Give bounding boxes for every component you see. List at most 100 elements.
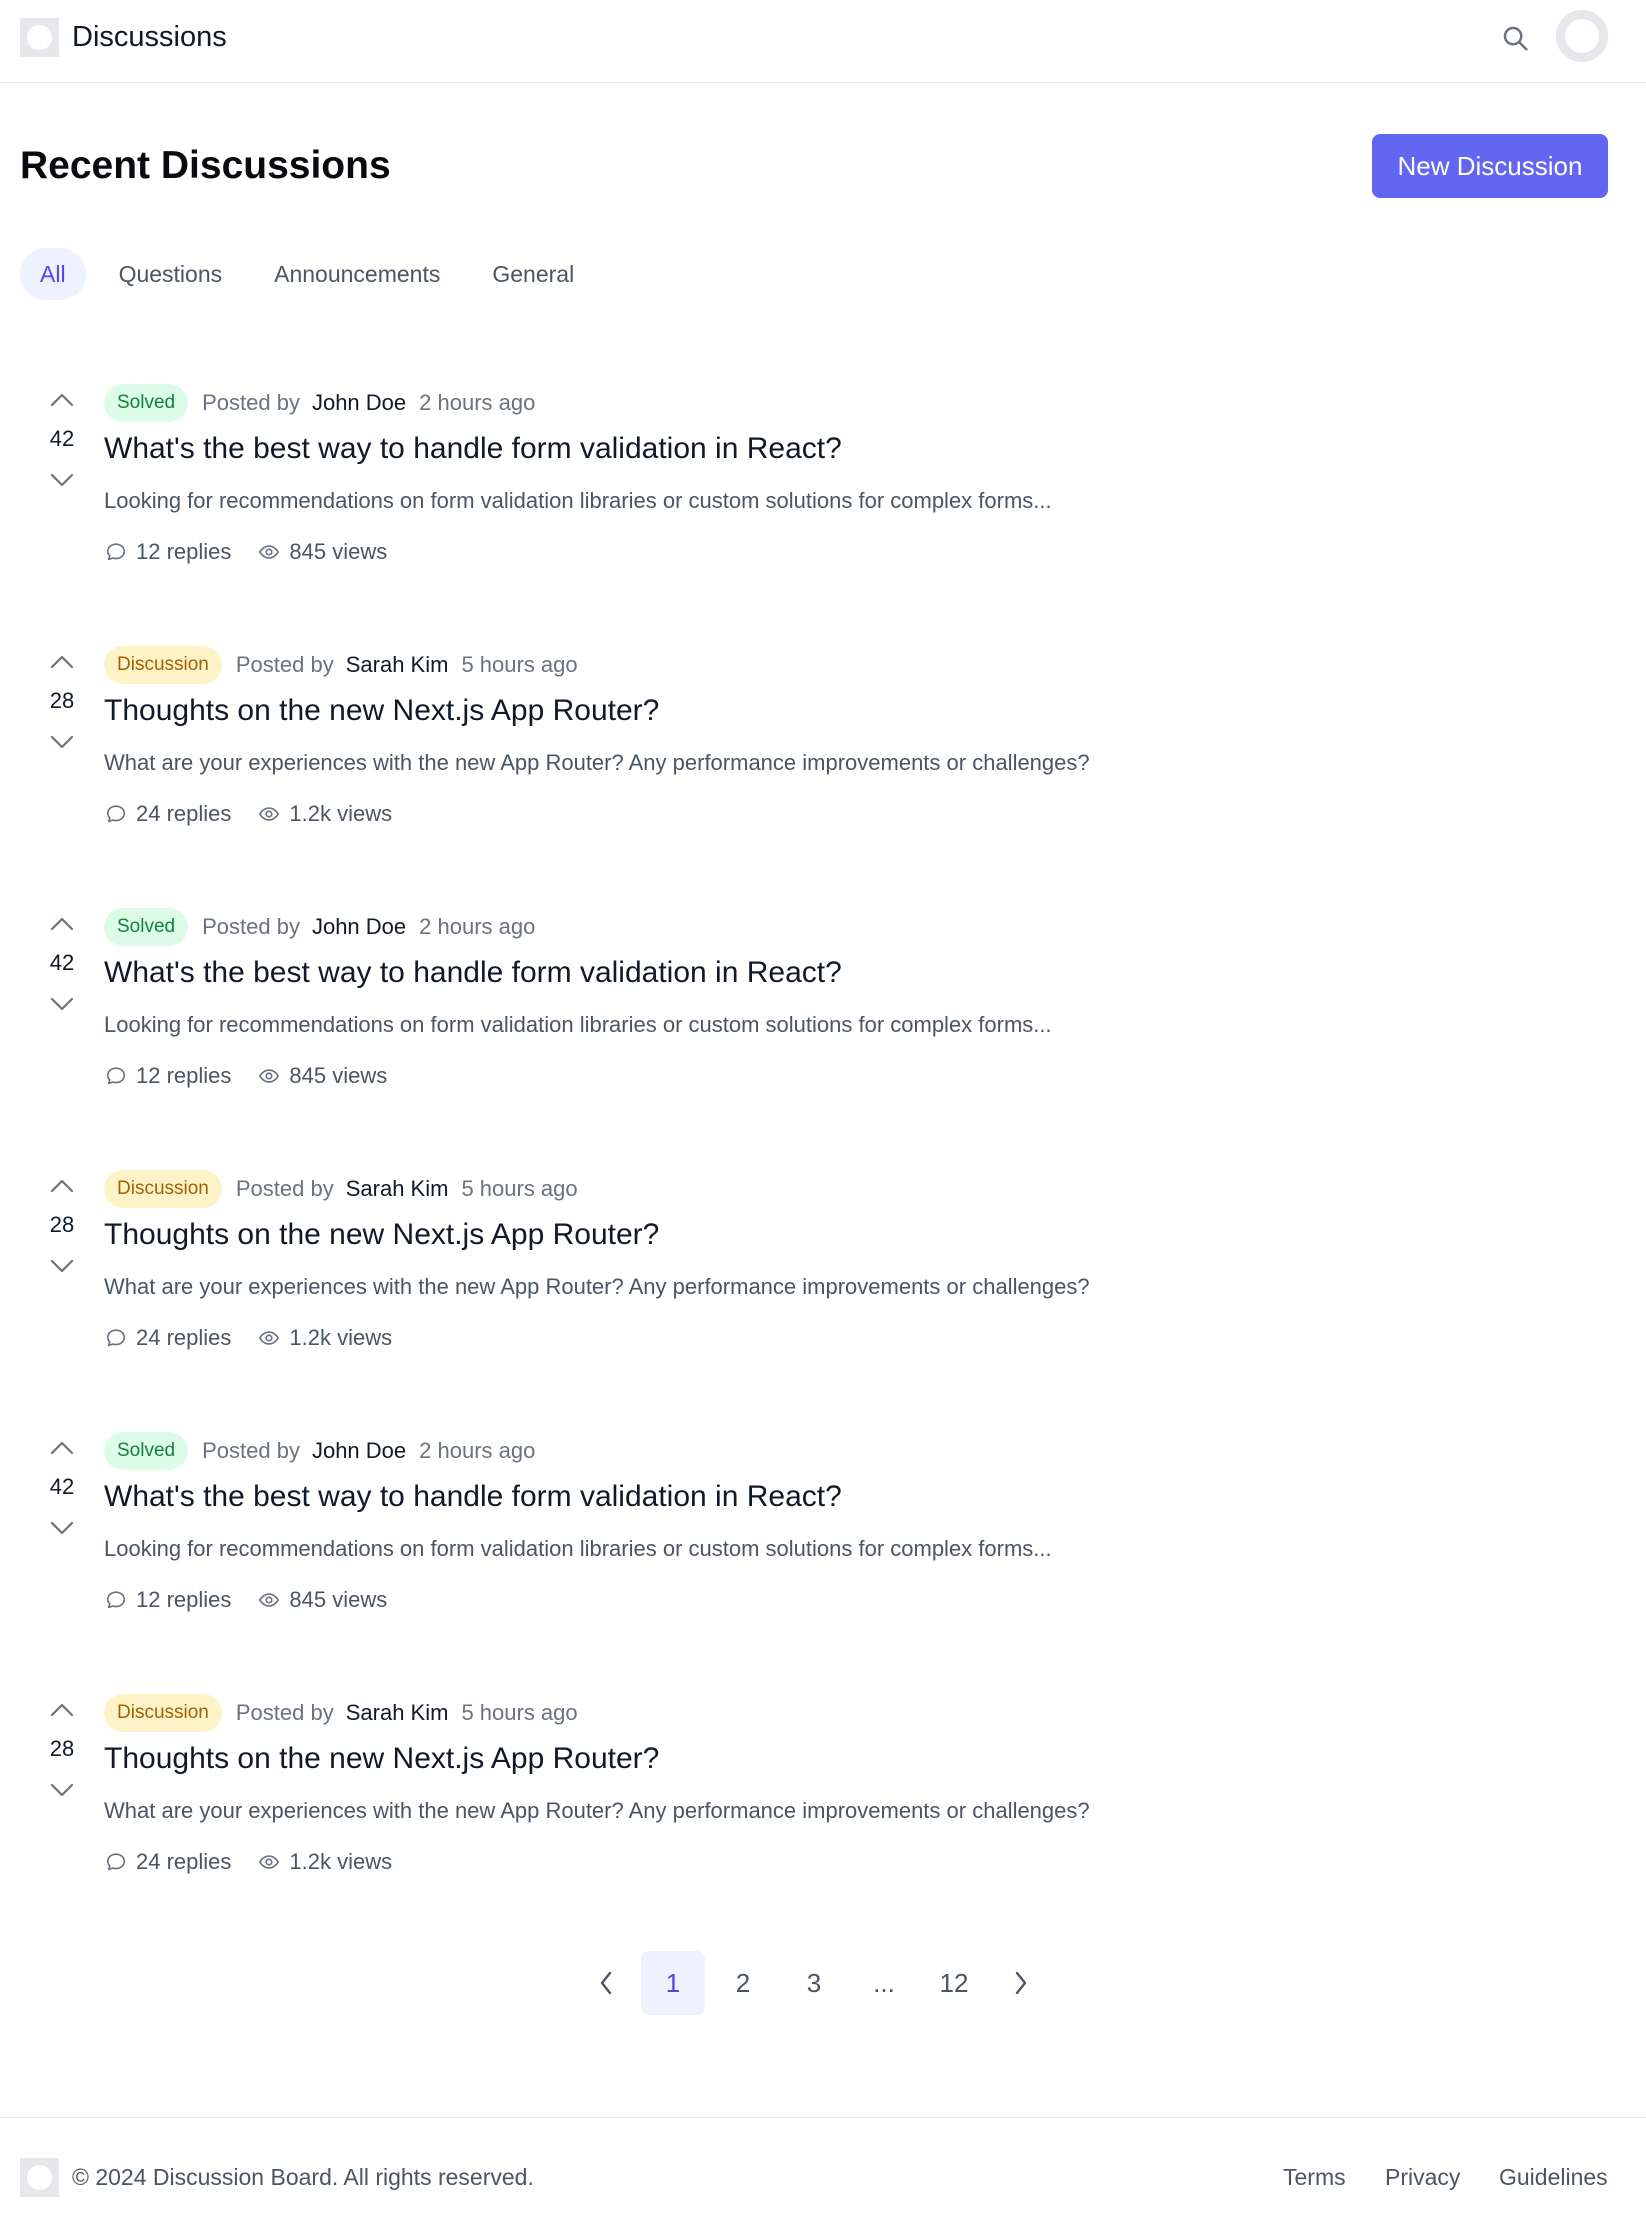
discussion-excerpt: What are your experiences with the new A… — [104, 1274, 1090, 1299]
page-button-3[interactable]: 3 — [782, 1951, 846, 2015]
replies-stat: 24 replies — [104, 1849, 231, 1875]
discussion-stats: 12 replies 845 views — [104, 536, 413, 568]
post-time: 2 hours ago — [419, 1438, 536, 1463]
discussion-item: 28 Discussion Posted by Sarah Kim 5 hour… — [0, 1694, 1646, 1940]
downvote-icon[interactable] — [48, 1256, 76, 1276]
downvote-icon[interactable] — [48, 732, 76, 752]
discussion-item: 28 Discussion Posted by Sarah Kim 5 hour… — [0, 1170, 1646, 1416]
eye-icon — [257, 1326, 281, 1350]
discussion-title[interactable]: Thoughts on the new Next.js App Router? — [104, 692, 659, 730]
tab-general[interactable]: General — [467, 248, 599, 300]
discussion-stats: 12 replies 845 views — [104, 1060, 413, 1092]
logo-icon[interactable] — [20, 18, 59, 57]
views-count: 845 views — [289, 539, 388, 564]
post-time: 5 hours ago — [461, 1700, 578, 1725]
tab-questions[interactable]: Questions — [94, 248, 248, 300]
eye-icon — [257, 1588, 281, 1612]
downvote-icon[interactable] — [48, 994, 76, 1014]
posted-by-label: Posted by — [202, 914, 300, 939]
views-stat: 1.2k views — [257, 1325, 392, 1351]
author-link[interactable]: Sarah Kim — [346, 1176, 449, 1202]
upvote-icon[interactable] — [48, 914, 76, 934]
author-link[interactable]: John Doe — [312, 1438, 406, 1464]
replies-stat: 12 replies — [104, 539, 231, 565]
downvote-icon[interactable] — [48, 1518, 76, 1538]
status-badge: Discussion — [104, 1694, 222, 1732]
eye-icon — [257, 540, 281, 564]
tab-announcements[interactable]: Announcements — [249, 248, 465, 300]
replies-stat: 24 replies — [104, 801, 231, 827]
upvote-icon[interactable] — [48, 1700, 76, 1720]
post-time: 5 hours ago — [461, 1176, 578, 1201]
author-link[interactable]: Sarah Kim — [346, 1700, 449, 1726]
upvote-icon[interactable] — [48, 1438, 76, 1458]
views-stat: 1.2k views — [257, 801, 392, 827]
status-badge: Discussion — [104, 646, 222, 684]
replies-count: 24 replies — [136, 1849, 232, 1874]
page-button-12[interactable]: 12 — [922, 1951, 986, 2015]
status-badge: Discussion — [104, 1170, 222, 1208]
upvote-icon[interactable] — [48, 652, 76, 672]
vote-control: 28 — [40, 1700, 84, 1820]
top-bar: Discussions — [0, 0, 1646, 83]
views-stat: 845 views — [257, 1063, 387, 1089]
vote-control: 42 — [40, 390, 84, 510]
tab-all[interactable]: All — [20, 248, 86, 300]
author-link[interactable]: John Doe — [312, 390, 406, 416]
avatar[interactable] — [1556, 10, 1608, 62]
page-button-1[interactable]: 1 — [641, 1951, 705, 2015]
app-title: Discussions — [72, 21, 227, 53]
posted-by-label: Posted by — [202, 1438, 300, 1463]
next-page-icon[interactable] — [989, 1951, 1053, 2015]
prev-page-icon[interactable] — [574, 1951, 638, 2015]
vote-count: 42 — [49, 1474, 75, 1499]
vote-count: 28 — [49, 688, 75, 713]
post-meta: Discussion Posted by Sarah Kim 5 hours a… — [104, 1170, 578, 1208]
page-title: Recent Discussions — [20, 144, 391, 187]
author-link[interactable]: Sarah Kim — [346, 652, 449, 678]
status-badge: Solved — [104, 1432, 189, 1470]
eye-icon — [257, 1064, 281, 1088]
views-stat: 845 views — [257, 539, 387, 565]
vote-count: 28 — [49, 1212, 75, 1237]
downvote-icon[interactable] — [48, 1780, 76, 1800]
posted-by-label: Posted by — [235, 652, 334, 677]
discussion-title[interactable]: Thoughts on the new Next.js App Router? — [104, 1216, 659, 1254]
page-button-2[interactable]: 2 — [711, 1951, 775, 2015]
discussion-excerpt: Looking for recommendations on form vali… — [104, 1536, 1052, 1561]
discussion-title[interactable]: What's the best way to handle form valid… — [104, 430, 842, 468]
new-discussion-button[interactable]: New Discussion — [1372, 134, 1608, 198]
footer-link-terms[interactable]: Terms — [1283, 2162, 1346, 2192]
filter-tabs: All Questions Announcements General — [20, 248, 601, 300]
comment-icon — [104, 1588, 128, 1612]
discussion-item: 42 Solved Posted by John Doe 2 hours ago… — [0, 1432, 1646, 1678]
discussion-title[interactable]: What's the best way to handle form valid… — [104, 1478, 842, 1516]
post-meta: Discussion Posted by Sarah Kim 5 hours a… — [104, 1694, 578, 1732]
downvote-icon[interactable] — [48, 470, 76, 490]
discussion-title[interactable]: Thoughts on the new Next.js App Router? — [104, 1740, 659, 1778]
status-badge: Solved — [104, 384, 189, 422]
posted-by-label: Posted by — [235, 1176, 334, 1201]
search-icon[interactable] — [1498, 21, 1532, 55]
replies-stat: 12 replies — [104, 1063, 231, 1089]
replies-count: 12 replies — [136, 539, 232, 564]
replies-count: 24 replies — [136, 1325, 232, 1350]
footer-link-guidelines[interactable]: Guidelines — [1499, 2162, 1608, 2192]
discussion-stats: 24 replies 1.2k views — [104, 1846, 418, 1878]
upvote-icon[interactable] — [48, 390, 76, 410]
author-link[interactable]: John Doe — [312, 914, 406, 940]
views-count: 1.2k views — [289, 1849, 393, 1874]
discussion-item: 28 Discussion Posted by Sarah Kim 5 hour… — [0, 646, 1646, 892]
vote-control: 42 — [40, 1438, 84, 1558]
page-ellipsis: ... — [873, 1967, 895, 1998]
views-count: 845 views — [289, 1063, 388, 1088]
footer-logo-icon — [20, 2158, 59, 2197]
vote-control: 28 — [40, 652, 84, 772]
post-time: 2 hours ago — [419, 914, 536, 939]
upvote-icon[interactable] — [48, 1176, 76, 1196]
replies-count: 24 replies — [136, 801, 232, 826]
views-count: 845 views — [289, 1587, 388, 1612]
discussion-title[interactable]: What's the best way to handle form valid… — [104, 954, 842, 992]
footer-link-privacy[interactable]: Privacy — [1385, 2162, 1460, 2192]
discussion-item: 42 Solved Posted by John Doe 2 hours ago… — [0, 908, 1646, 1154]
